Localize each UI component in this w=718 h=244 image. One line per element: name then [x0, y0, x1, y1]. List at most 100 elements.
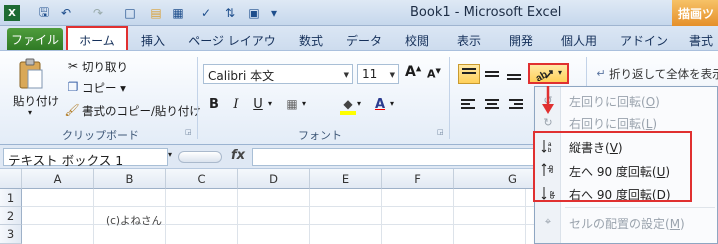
row-header[interactable]: 2 [0, 207, 22, 225]
gridline [93, 189, 94, 244]
tab-file[interactable]: ファイル [7, 28, 63, 50]
tab-view[interactable]: 表示 [452, 29, 486, 50]
orientation-button[interactable]: ab ▾ [528, 63, 569, 84]
new-file-icon[interactable]: □ [122, 5, 138, 21]
gridline [453, 189, 454, 244]
menu-separator [565, 207, 715, 208]
column-header[interactable]: E [310, 169, 382, 189]
scissors-icon[interactable]: ✂ [66, 59, 80, 73]
fill-dropdown-icon[interactable]: ▾ [357, 99, 361, 108]
print-icon[interactable]: ▦ [170, 5, 186, 21]
chevron-down-icon: ▾ [558, 68, 563, 77]
gridline [525, 189, 526, 244]
gridline [309, 189, 310, 244]
tab-format[interactable]: 書式 [684, 29, 718, 50]
tab-addins[interactable]: アドイン [620, 29, 668, 50]
cut-button[interactable]: 切り取り [82, 59, 128, 75]
column-header[interactable]: A [22, 169, 94, 189]
name-box[interactable]: テキスト ボックス 1 [3, 148, 168, 168]
font-name-value: Calibri 本文 [208, 69, 275, 83]
align-bottom-icon[interactable] [504, 64, 524, 84]
tab-page-layout[interactable]: ページ レイアウト [184, 29, 280, 65]
menu-item-rotate-ccw[interactable]: ↺ 左回りに回転(O) [535, 90, 717, 110]
tab-insert[interactable]: 挿入 [136, 29, 170, 50]
group-separator [449, 57, 450, 139]
paste-icon[interactable] [16, 57, 46, 91]
align-top-icon[interactable] [458, 64, 480, 84]
formula-bar-splitter[interactable] [178, 151, 222, 163]
font-size-select[interactable]: 11 ▼ [357, 64, 399, 84]
sort-icon[interactable]: ⇅ [222, 5, 238, 21]
tab-data[interactable]: データ [344, 29, 384, 50]
bold-button[interactable]: B [205, 95, 223, 113]
highlight-box [533, 131, 692, 202]
border-icon[interactable]: ▣ [246, 5, 262, 21]
column-header[interactable]: D [238, 169, 310, 189]
column-header[interactable]: B [94, 169, 166, 189]
title-bar: X 🖫 ↶ ↷ □ ▤ ▦ ✓ ⇅ ▣ ▾ Book1 - Microsoft … [0, 0, 718, 26]
grow-font-icon[interactable]: A▲ [405, 64, 421, 80]
font-launcher-icon[interactable]: ◲ [437, 128, 444, 136]
group-separator [197, 57, 198, 139]
drawing-tools-contextual-tab[interactable]: 描画ツ [672, 0, 718, 26]
row-header[interactable]: 3 [0, 225, 22, 244]
orientation-icon: ab [534, 69, 553, 81]
tab-review[interactable]: 校閲 [400, 29, 434, 50]
tab-home[interactable]: ホーム [66, 26, 128, 51]
align-right-icon[interactable] [506, 95, 526, 115]
font-size-value: 11 [362, 67, 378, 81]
menu-item-rotate-cw[interactable]: ↻ 右回りに回転(L) [535, 112, 717, 132]
wrap-text-button[interactable]: 折り返して全体を表示 [609, 66, 718, 82]
customize-qat-icon[interactable]: ▾ [266, 5, 282, 21]
gridline [165, 189, 166, 244]
name-box-dropdown-icon[interactable]: ▾ [168, 150, 172, 159]
tab-developer[interactable]: 開発 [504, 29, 538, 50]
underline-button[interactable]: U [249, 95, 267, 113]
border-dropdown-icon[interactable]: ▾ [302, 99, 306, 108]
wrap-text-icon[interactable]: ↵ [594, 66, 608, 80]
excel-app-icon[interactable]: X [4, 5, 20, 21]
border-button-icon[interactable]: ▦ [283, 95, 301, 113]
gridline [381, 189, 382, 244]
row-header[interactable]: 1 [0, 189, 22, 207]
paste-button-label[interactable]: 貼り付け [13, 93, 59, 109]
column-header[interactable]: C [166, 169, 238, 189]
format-alignment-icon: ⌖ [544, 215, 552, 228]
undo-icon[interactable]: ↶ [58, 5, 74, 21]
save-icon[interactable]: 🖫 [36, 5, 52, 21]
column-header[interactable]: F [382, 169, 454, 189]
format-painter-icon[interactable]: 🖌 [64, 103, 80, 117]
format-painter-button[interactable]: 書式のコピー/貼り付け [82, 103, 201, 119]
font-group-label: フォント [298, 129, 342, 142]
align-center-icon[interactable] [482, 95, 502, 115]
tab-personal[interactable]: 個人用 [556, 29, 602, 50]
font-name-select[interactable]: Calibri 本文 ▼ [203, 64, 353, 84]
align-middle-icon[interactable] [482, 64, 502, 84]
copy-icon[interactable]: ❐ [66, 80, 80, 94]
underline-dropdown-icon[interactable]: ▾ [268, 99, 272, 108]
copy-button[interactable]: コピー ▾ [82, 80, 126, 96]
redo-icon[interactable]: ↷ [90, 5, 106, 21]
shrink-font-icon[interactable]: A▼ [427, 67, 441, 81]
font-color-dropdown-icon[interactable]: ▾ [390, 99, 394, 108]
spelling-icon[interactable]: ✓ [198, 5, 214, 21]
ribbon-tab-row: ファイル ホーム 挿入 ページ レイアウト 数式 データ 校閲 表示 開発 個人… [0, 26, 718, 65]
clipboard-launcher-icon[interactable]: ◲ [185, 128, 192, 136]
paste-dropdown-icon[interactable]: ▾ [28, 108, 32, 117]
italic-button[interactable]: I [227, 95, 245, 113]
cell-text: (c)よねさん [106, 215, 162, 227]
open-folder-icon[interactable]: ▤ [148, 5, 164, 21]
menu-item-format-alignment[interactable]: ⌖ セルの配置の設定(M) [535, 212, 717, 232]
clipboard-group-label: クリップボード [62, 129, 139, 142]
font-color-icon[interactable]: A [371, 95, 389, 113]
rotate-cw-icon: ↻ [543, 115, 553, 129]
window-title: Book1 - Microsoft Excel [410, 5, 562, 20]
insert-function-icon[interactable]: fx [231, 148, 245, 163]
align-left-icon[interactable] [458, 95, 478, 115]
svg-text:ab: ab [534, 69, 550, 81]
select-all-corner[interactable] [0, 169, 22, 189]
chevron-down-icon: ▼ [343, 71, 349, 79]
fill-color-swatch [340, 111, 356, 115]
red-arrow-icon [542, 86, 554, 114]
tab-formulas[interactable]: 数式 [294, 29, 328, 50]
